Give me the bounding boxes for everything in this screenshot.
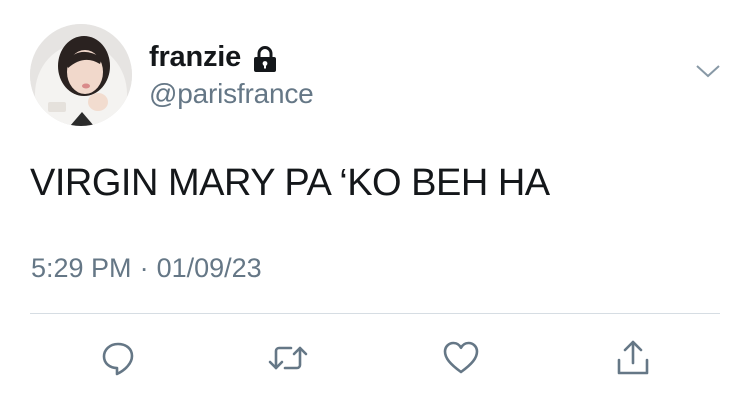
lock-icon xyxy=(252,45,278,73)
reply-button[interactable] xyxy=(96,336,140,380)
tweet-date: 01/09/23 xyxy=(156,253,262,283)
retweet-button[interactable] xyxy=(266,336,310,380)
share-icon xyxy=(617,340,649,375)
meta-separator: · xyxy=(139,253,149,283)
share-button[interactable] xyxy=(611,336,655,380)
user-handle[interactable]: @parisfrance xyxy=(149,78,314,110)
avatar[interactable] xyxy=(30,24,132,126)
like-button[interactable] xyxy=(439,336,483,380)
avatar-image xyxy=(30,24,132,126)
name-row: franzie xyxy=(149,40,278,74)
divider xyxy=(30,313,720,314)
tweet-text: VIRGIN MARY PA ‘KO BEH HA xyxy=(30,162,550,204)
tweet-time: 5:29 PM xyxy=(31,253,132,283)
reply-icon xyxy=(102,342,134,376)
heart-icon xyxy=(443,341,479,374)
chevron-down-icon[interactable] xyxy=(695,62,721,80)
retweet-icon xyxy=(268,346,308,370)
tweet-meta: 5:29 PM · 01/09/23 xyxy=(31,253,262,284)
display-name[interactable]: franzie xyxy=(149,41,241,74)
tweet-card: franzie @parisfrance VIRGIN MARY PA ‘KO … xyxy=(0,0,750,401)
